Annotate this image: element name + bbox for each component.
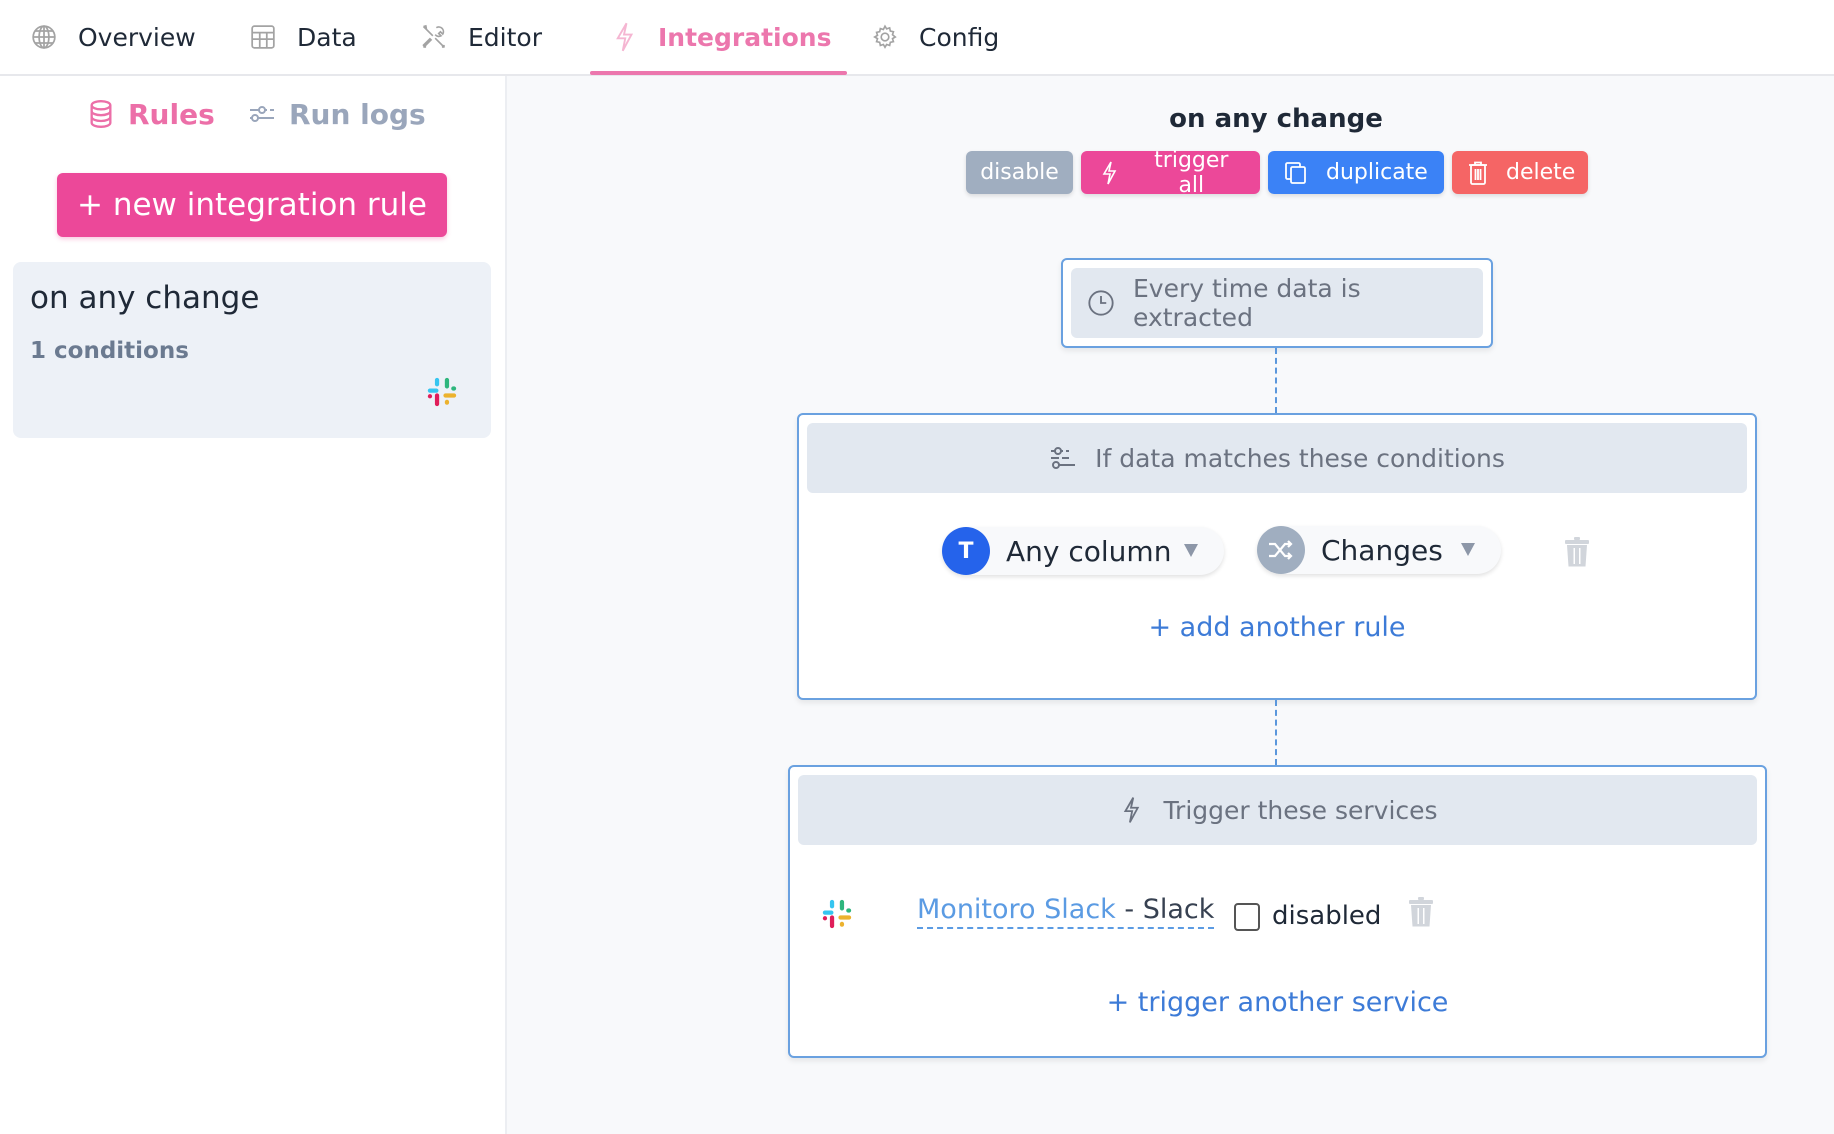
- table-icon: [249, 23, 277, 51]
- lightning-icon: [610, 22, 638, 52]
- tab-integrations[interactable]: Integrations: [589, 0, 849, 75]
- flow-connector: [1275, 348, 1277, 413]
- tools-icon: [420, 23, 448, 51]
- tab-label: Integrations: [658, 22, 832, 52]
- button-label: duplicate: [1326, 160, 1428, 185]
- delete-condition-icon[interactable]: [1565, 537, 1589, 567]
- column-select-value: Any column: [1006, 534, 1172, 568]
- rule-name: on any change: [30, 280, 260, 316]
- service-link[interactable]: Monitoro Slack - Slack: [917, 894, 1215, 929]
- subtab-label: Rules: [128, 97, 215, 131]
- tab-label: Editor: [468, 22, 542, 52]
- trigger-another-service-link[interactable]: + trigger another service: [790, 987, 1765, 1018]
- button-label: disable: [980, 160, 1059, 185]
- globe-icon: [30, 23, 58, 51]
- new-integration-rule-button[interactable]: + new integration rule: [57, 173, 447, 237]
- subtab-label: Run logs: [289, 97, 426, 131]
- disabled-checkbox[interactable]: [1234, 903, 1260, 931]
- trigger-event[interactable]: Every time data is extracted: [1071, 268, 1483, 338]
- slack-icon: [425, 375, 459, 409]
- top-nav: Overview Data Editor Integrations Config: [0, 0, 1834, 76]
- tab-data[interactable]: Data: [249, 0, 357, 74]
- tab-label: Overview: [78, 22, 196, 52]
- chevron-down-icon: [1461, 543, 1475, 556]
- duplicate-button[interactable]: duplicate: [1268, 151, 1444, 194]
- tab-overview[interactable]: Overview: [30, 0, 196, 74]
- operator-select-value: Changes: [1321, 533, 1443, 567]
- slack-icon: [820, 897, 854, 931]
- conditions-header-label: If data matches these conditions: [1095, 443, 1505, 473]
- trigger-event-box: Every time data is extracted: [1061, 258, 1493, 348]
- tab-label: Data: [297, 22, 357, 52]
- lightning-icon: [1097, 160, 1121, 186]
- trash-icon: [1468, 160, 1488, 186]
- chevron-down-icon: [1184, 544, 1198, 557]
- shuffle-icon: [1257, 526, 1305, 574]
- button-label: trigger all: [1154, 147, 1229, 198]
- subtab-run-logs[interactable]: Run logs: [249, 92, 426, 136]
- flow-connector: [1275, 700, 1277, 765]
- tab-config[interactable]: Config: [871, 0, 999, 74]
- button-label: delete: [1506, 160, 1576, 185]
- tab-label: Config: [919, 22, 1000, 52]
- disable-button[interactable]: disable: [966, 151, 1073, 194]
- trigger-event-label: Every time data is extracted: [1133, 274, 1361, 332]
- sliders-icon: [249, 99, 275, 129]
- clock-icon: [1087, 288, 1115, 318]
- rule-title: on any change: [1169, 104, 1383, 134]
- rule-conditions-count: 1 conditions: [30, 338, 189, 364]
- conditions-box: If data matches these conditions T Any c…: [797, 413, 1757, 700]
- copy-icon: [1284, 160, 1308, 186]
- services-header-label: Trigger these services: [1163, 795, 1438, 825]
- trigger-all-button[interactable]: trigger all: [1081, 148, 1260, 198]
- text-type-icon: T: [942, 527, 990, 575]
- database-icon: [88, 99, 114, 129]
- add-another-rule-link[interactable]: + add another rule: [799, 612, 1755, 643]
- delete-service-icon[interactable]: [1409, 897, 1433, 927]
- column-select[interactable]: T Any column: [942, 527, 1224, 575]
- sidebar: Rules Run logs + new integration rule on…: [0, 76, 507, 1134]
- gear-icon: [871, 23, 899, 51]
- rule-actions: disable trigger all duplicate delete: [966, 148, 1596, 198]
- operator-select[interactable]: Changes: [1257, 526, 1501, 574]
- conditions-header: If data matches these conditions: [807, 423, 1747, 493]
- lightning-icon: [1117, 795, 1145, 825]
- tab-editor[interactable]: Editor: [420, 0, 542, 74]
- service-type: - Slack: [1115, 894, 1215, 925]
- service-name: Monitoro Slack: [917, 894, 1116, 925]
- sliders-icon: [1049, 443, 1077, 473]
- delete-button[interactable]: delete: [1452, 151, 1588, 194]
- subtab-rules[interactable]: Rules: [88, 92, 215, 136]
- rule-list-item[interactable]: on any change 1 conditions: [13, 262, 491, 438]
- disabled-label: disabled: [1272, 901, 1382, 931]
- services-header: Trigger these services: [798, 775, 1757, 845]
